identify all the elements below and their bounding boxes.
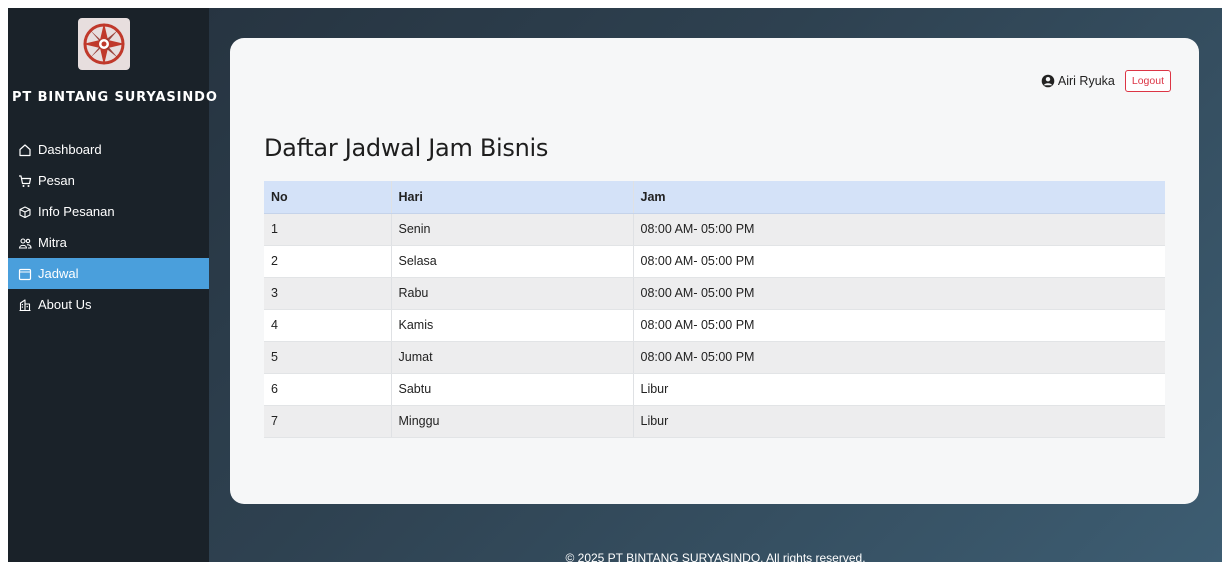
sidebar-item-label: Jadwal (38, 266, 79, 281)
cart-icon (18, 174, 34, 188)
cell-no: 6 (264, 373, 391, 406)
buildings-icon (18, 298, 34, 312)
cell-no: 1 (264, 213, 391, 246)
table-row: 2 Selasa 08:00 AM- 05:00 PM (264, 245, 1165, 278)
sidebar: PT BINTANG SURYASINDO Dashboard Pesan In… (8, 8, 218, 562)
cell-no: 3 (264, 277, 391, 310)
footer-copyright: © 2025 PT BINTANG SURYASINDO. All rights… (565, 551, 866, 562)
cell-hari: Rabu (390, 277, 633, 310)
schedule-table: No Hari Jam 1 Senin 08:00 AM- 05:00 PM 2… (264, 181, 1165, 438)
cell-hari: Minggu (390, 405, 633, 438)
cell-jam: Libur (632, 405, 1165, 438)
user-bar: Airi Ryuka Logout (1041, 70, 1171, 92)
company-logo (78, 18, 130, 70)
cell-jam: 08:00 AM- 05:00 PM (632, 309, 1165, 342)
cell-hari: Selasa (390, 245, 633, 278)
sidebar-item-label: Info Pesanan (38, 204, 115, 219)
cell-no: 2 (264, 245, 391, 278)
cell-hari: Kamis (390, 309, 633, 342)
sidebar-item-label: Dashboard (38, 142, 102, 157)
table-row: 3 Rabu 08:00 AM- 05:00 PM (264, 277, 1165, 310)
box-icon (18, 205, 34, 219)
column-header-jam: Jam (632, 181, 1165, 214)
sidebar-nav: Dashboard Pesan Info Pesanan Mitra Jadwa… (8, 134, 209, 320)
cell-jam: 08:00 AM- 05:00 PM (632, 245, 1165, 278)
cell-jam: 08:00 AM- 05:00 PM (632, 341, 1165, 374)
table-header-row: No Hari Jam (264, 181, 1165, 214)
people-icon (18, 236, 34, 250)
brand-name: PT BINTANG SURYASINDO (12, 90, 218, 105)
app-frame: PT BINTANG SURYASINDO Dashboard Pesan In… (8, 8, 1222, 562)
cell-no: 7 (264, 405, 391, 438)
column-header-no: No (264, 181, 391, 214)
sidebar-item-label: About Us (38, 297, 92, 312)
sidebar-item-about-us[interactable]: About Us (8, 289, 209, 320)
page-title: Daftar Jadwal Jam Bisnis (264, 134, 549, 162)
table-row: 1 Senin 08:00 AM- 05:00 PM (264, 213, 1165, 246)
cell-hari: Sabtu (390, 373, 633, 406)
calendar-icon (18, 267, 34, 281)
sidebar-item-dashboard[interactable]: Dashboard (8, 134, 209, 165)
cell-jam: Libur (632, 373, 1165, 406)
sidebar-item-jadwal[interactable]: Jadwal (8, 258, 209, 289)
cell-no: 4 (264, 309, 391, 342)
cell-hari: Jumat (390, 341, 633, 374)
cell-hari: Senin (390, 213, 633, 246)
sidebar-item-label: Mitra (38, 235, 67, 250)
sidebar-item-label: Pesan (38, 173, 75, 188)
sidebar-item-info-pesanan[interactable]: Info Pesanan (8, 196, 209, 227)
person-circle-icon (1041, 74, 1055, 88)
cell-no: 5 (264, 341, 391, 374)
home-icon (18, 143, 34, 157)
table-row: 7 Minggu Libur (264, 405, 1165, 438)
logout-button[interactable]: Logout (1124, 70, 1171, 92)
cell-jam: 08:00 AM- 05:00 PM (632, 277, 1165, 310)
cell-jam: 08:00 AM- 05:00 PM (632, 213, 1165, 246)
table-row: 4 Kamis 08:00 AM- 05:00 PM (264, 309, 1165, 342)
compass-star-logo-icon (83, 23, 125, 65)
user-name: Airi Ryuka (1057, 74, 1115, 88)
column-header-hari: Hari (390, 181, 633, 214)
table-row: 5 Jumat 08:00 AM- 05:00 PM (264, 341, 1165, 374)
sidebar-item-pesan[interactable]: Pesan (8, 165, 209, 196)
sidebar-item-mitra[interactable]: Mitra (8, 227, 209, 258)
content-card: Airi Ryuka Logout Daftar Jadwal Jam Bisn… (230, 38, 1199, 504)
table-row: 6 Sabtu Libur (264, 373, 1165, 406)
